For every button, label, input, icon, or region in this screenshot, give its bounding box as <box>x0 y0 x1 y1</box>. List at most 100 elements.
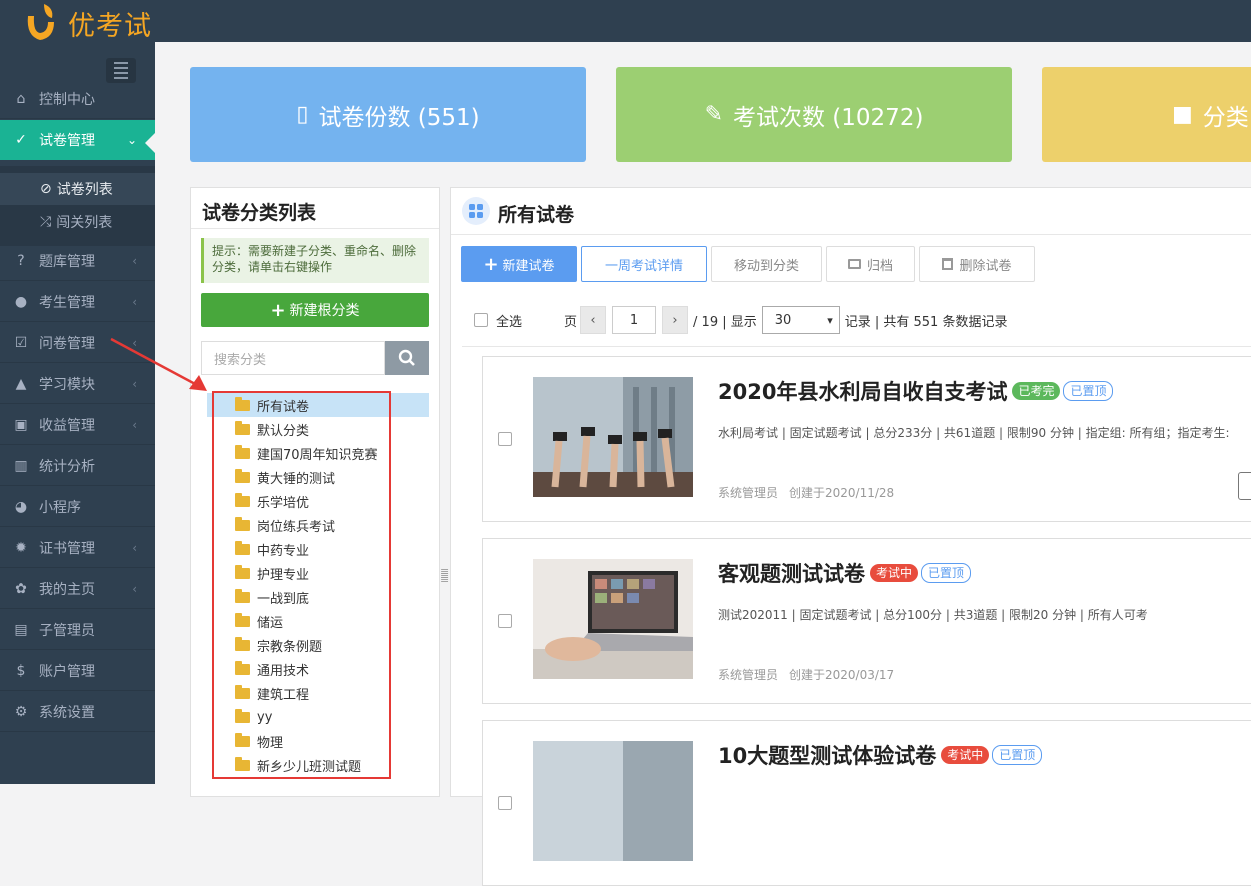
exam-action-button[interactable] <box>1238 472 1251 500</box>
sidebar-item-label: 问卷管理 <box>39 335 95 352</box>
exam-meta: 测试202011 | 固定试题考试 | 总分100分 | 共3道题 | 限制20… <box>718 608 1148 622</box>
category-search-button[interactable] <box>385 341 429 375</box>
annotation-arrow <box>110 337 207 391</box>
sidebar-item-2[interactable]: ? 题库管理 ‹ <box>0 241 155 281</box>
top-bar: 优考试 <box>0 0 1251 42</box>
exam-checkbox[interactable] <box>498 432 512 446</box>
app-title: 优考试 <box>68 11 152 42</box>
sidebar-item-7[interactable]: ▥ 统计分析 <box>0 446 155 486</box>
exam-title[interactable]: 客观题测试试卷 <box>718 558 865 588</box>
new-root-category-button[interactable]: + 新建根分类 <box>201 293 429 327</box>
stat-label: 试卷份数 (551) <box>318 104 480 131</box>
shuffle-icon: ⤮ <box>40 214 52 230</box>
exam-status-badge: 考试中 <box>870 564 919 582</box>
archive-button[interactable]: 归档 <box>826 246 915 282</box>
exam-title[interactable]: 10大题型测试体验试卷 <box>718 740 936 770</box>
logo-icon <box>27 4 54 40</box>
gear-icon: ⚙ <box>14 703 28 720</box>
exam-created-date: 创建于2020/03/17 <box>789 668 895 682</box>
trash-icon <box>942 258 954 270</box>
records-label: 记录 | 共有 551 条数据记录 <box>844 314 1008 330</box>
dollar-icon: $ <box>16 662 26 679</box>
exam-title-row: 客观题测试试卷 考试中 已置顶 <box>718 558 972 588</box>
sidebar-item-label: 证书管理 <box>39 540 95 557</box>
chevron-down-icon: ▾ <box>827 313 833 327</box>
stat-label: 分类 <box>1202 104 1249 131</box>
sidebar-item-1[interactable]: ✓ 试卷管理 ⌄ <box>0 120 155 160</box>
page-number-input[interactable]: 1 <box>612 306 657 334</box>
subnav-item-label: 试卷列表 <box>56 182 113 198</box>
panel-splitter-handle[interactable]: ≡ ≡ ≡ <box>440 566 449 594</box>
sidebar-item-9[interactable]: ✹ 证书管理 ‹ <box>0 528 155 568</box>
panel-grid-icon <box>462 197 490 225</box>
sidebar-item-11[interactable]: ▤ 子管理员 <box>0 610 155 650</box>
move-to-category-button[interactable]: 移动到分类 <box>711 246 822 282</box>
subnav-item-label: 闯关列表 <box>56 215 113 231</box>
exam-title-row: 10大题型测试体验试卷 考试中 已置顶 <box>718 740 1043 770</box>
exam-status-badge: 考试中 <box>941 746 990 764</box>
sidebar-item-label: 控制中心 <box>39 91 95 108</box>
bar-chart-icon: ▥ <box>14 457 28 474</box>
exam-thumbnail[interactable] <box>533 741 693 861</box>
chevron-left-icon: ‹ <box>132 581 137 596</box>
sidebar-item-label: 学习模块 <box>39 376 95 393</box>
sidebar-item-8[interactable]: ◕ 小程序 <box>0 487 155 527</box>
select-all-checkbox[interactable] <box>474 313 488 327</box>
pinned-badge: 已置顶 <box>1063 381 1114 401</box>
exam-created-date: 创建于2020/11/28 <box>789 486 895 500</box>
next-page-button[interactable]: › <box>662 306 689 334</box>
stat-label: 考试次数 (10272) <box>733 104 924 131</box>
sidebar-item-label: 试卷管理 <box>39 133 95 149</box>
chevron-left-icon: ‹ <box>132 294 137 309</box>
sidebar-item-label: 账户管理 <box>39 663 95 680</box>
sidebar-item-0[interactable]: ⌂ 控制中心 <box>0 79 155 119</box>
category-tip: 提示：需要新建子分类、重命名、删除分类，请单击右键操作 <box>201 238 429 283</box>
user-icon: ● <box>14 293 28 310</box>
category-panel-title: 试卷分类列表 <box>202 202 317 224</box>
sidebar-item-3[interactable]: ● 考生管理 ‹ <box>0 282 155 322</box>
chevron-left-icon: ‹ <box>132 540 137 555</box>
stat-box-0: ▯ 试卷份数 (551) <box>190 67 586 162</box>
prev-page-button[interactable]: ‹ <box>580 306 607 334</box>
sidebar-item-label: 我的主页 <box>39 581 95 598</box>
exam-author: 系统管理员 <box>718 486 779 500</box>
stat-box-2: ■ 分类 <box>1042 67 1251 162</box>
page-size-select[interactable]: 30 ▾ <box>761 306 840 334</box>
sidebar-item-label: 统计分析 <box>39 458 95 475</box>
new-exam-button[interactable]: + 新建试卷 <box>461 246 577 282</box>
exam-list-title: 所有试卷 <box>498 204 575 226</box>
file-icon: ▯ <box>296 102 309 127</box>
exam-footer: 系统管理员 创建于2020/03/17 <box>718 666 894 683</box>
home-icon: ⌂ <box>16 90 26 107</box>
sidebar-item-12[interactable]: $ 账户管理 <box>0 651 155 691</box>
exam-thumbnail[interactable] <box>533 377 693 497</box>
edit-icon: ✎ <box>704 102 723 127</box>
select-all-label: 全选 <box>496 314 523 330</box>
pager: 全选 页 ‹ 1 › / 19 | 显示 30 ▾ 记录 | 共有 551 条数… <box>474 306 1007 334</box>
exam-checkbox[interactable] <box>498 614 512 628</box>
subnav-item-1[interactable]: ⤮ 闯关列表 <box>0 206 155 238</box>
printer-icon <box>847 259 861 269</box>
delete-exam-button[interactable]: 删除试卷 <box>919 246 1035 282</box>
chevron-left-icon: ‹ <box>132 253 137 268</box>
page-size-value: 30 <box>774 312 792 328</box>
subnav-item-0[interactable]: ⊘ 试卷列表 <box>0 173 155 205</box>
archive-label: 归档 <box>866 258 893 274</box>
sidebar-item-label: 考生管理 <box>39 294 95 311</box>
sidebar-item-13[interactable]: ⚙ 系统设置 <box>0 692 155 732</box>
exam-title[interactable]: 2020年县水利局自收自支考试 <box>718 376 1007 406</box>
week-exam-details-button[interactable]: 一周考试详情 <box>581 246 707 282</box>
pinned-badge: 已置顶 <box>992 745 1043 765</box>
sidebar-item-10[interactable]: ✿ 我的主页 ‹ <box>0 569 155 609</box>
exam-checkbox[interactable] <box>498 796 512 810</box>
lock-icon: ▤ <box>14 621 28 638</box>
new-root-category-label: 新建根分类 <box>289 303 360 319</box>
category-search-input[interactable]: 搜索分类 <box>201 341 385 375</box>
sidebar-item-6[interactable]: ▣ 收益管理 ‹ <box>0 405 155 445</box>
graduation-cap-icon: ▲ <box>15 375 27 392</box>
exam-thumbnail[interactable] <box>533 559 693 679</box>
sidebar-item-label: 系统设置 <box>39 704 95 721</box>
exam-status-badge: 已考完 <box>1012 382 1061 400</box>
sidebar-item-label: 子管理员 <box>39 622 95 639</box>
wechat-icon: ◕ <box>14 498 28 515</box>
